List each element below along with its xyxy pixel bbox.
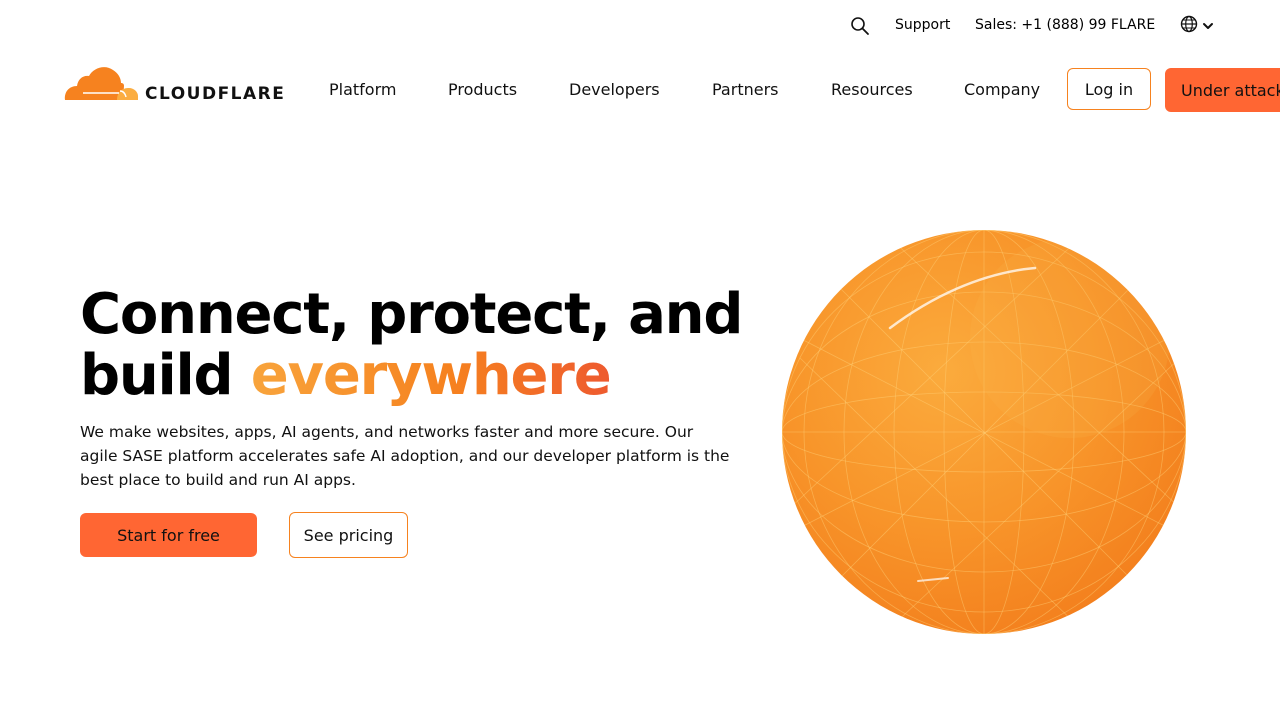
nav-developers[interactable]: Developers [569,80,660,99]
globe-icon [1180,15,1198,37]
nav-platform[interactable]: Platform [329,80,396,99]
login-button[interactable]: Log in [1067,68,1151,110]
cloud-logo-icon [64,67,138,100]
cloudflare-logo[interactable]: CLOUDFLARE [63,64,299,104]
nav-partners[interactable]: Partners [712,80,778,99]
chevron-down-icon [1202,17,1214,36]
language-selector[interactable] [1180,15,1218,37]
nav-company[interactable]: Company [964,80,1040,99]
hero-title-accent: everywhere [250,343,612,408]
nav-products[interactable]: Products [448,80,517,99]
sales-phone-link[interactable]: Sales: +1 (888) 99 FLARE [975,17,1155,33]
support-link[interactable]: Support [895,17,950,33]
hero-title: Connect, protect, and build everywhere [80,284,760,406]
logo-wordmark: CLOUDFLARE [145,84,286,104]
nav-resources[interactable]: Resources [831,80,913,99]
hero-description: We make websites, apps, AI agents, and n… [80,423,730,489]
search-icon[interactable] [850,16,870,36]
page: Support Sales: +1 (888) 99 FLARE CLOUDFL… [0,0,1280,720]
globe-illustration [782,230,1186,634]
hero-title-prefix: build [80,343,251,408]
hero-title-line1: Connect, protect, and [80,282,743,347]
under-attack-button[interactable]: Under attack? [1165,68,1280,112]
see-pricing-button[interactable]: See pricing [289,512,408,558]
start-for-free-button[interactable]: Start for free [80,513,257,557]
